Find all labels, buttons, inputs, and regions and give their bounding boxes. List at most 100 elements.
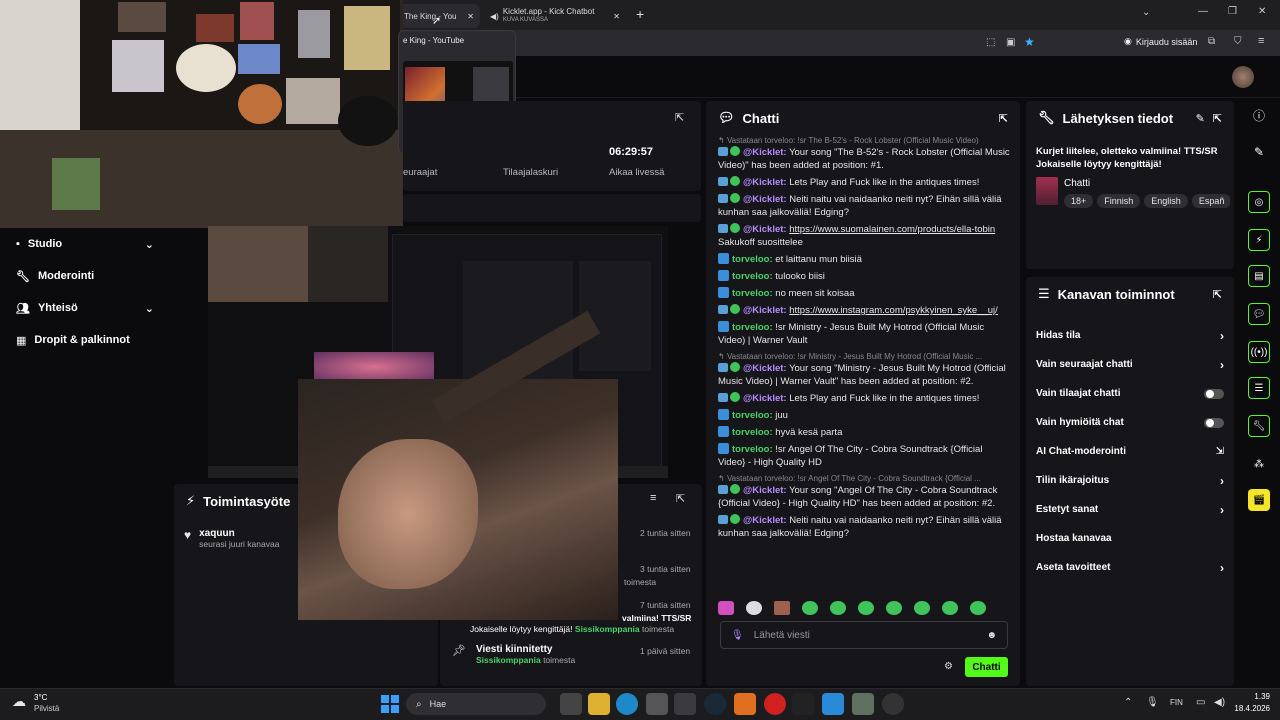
tag-chip[interactable]: Finnish <box>1097 194 1141 208</box>
chevron-right-icon[interactable]: › <box>1220 474 1224 488</box>
popout-icon[interactable]: ⇱ <box>676 492 685 505</box>
bookmark-star-icon[interactable]: ★ <box>1024 35 1035 49</box>
screenshot-icon[interactable]: ⬚ <box>986 37 995 48</box>
close-icon[interactable]: ✕ <box>613 12 620 21</box>
focus-icon[interactable]: ◎ <box>1248 191 1270 213</box>
send-chat-button[interactable]: Chatti <box>965 657 1008 677</box>
document-icon[interactable]: ▤ <box>1248 265 1270 287</box>
terminal-icon[interactable] <box>792 693 814 715</box>
wrench-icon[interactable]: 🔧︎ <box>1248 415 1270 437</box>
sidebar-item-yhteiso[interactable]: 👥︎ Yhteisö ⌄ <box>0 292 170 324</box>
channel-action-item[interactable]: Estetyt sanat › <box>1026 495 1234 524</box>
chat-username[interactable]: @Kicklet: <box>743 393 787 404</box>
taskbar-search[interactable]: ⌕ Hae <box>406 693 546 715</box>
emote-icon[interactable] <box>886 601 902 615</box>
maximize-icon[interactable]: ❐ <box>1228 6 1237 17</box>
vlc-icon[interactable] <box>734 693 756 715</box>
emote-icon[interactable] <box>830 601 846 615</box>
extensions-icon[interactable]: ⧉ <box>1208 36 1215 47</box>
chat-input[interactable]: 🎙︎ Lähetä viesti ☻ <box>720 621 1008 649</box>
chevron-right-icon[interactable]: › <box>1220 503 1224 517</box>
chat-username[interactable]: @Kicklet: <box>743 147 787 158</box>
tab-list-icon[interactable]: ⌄ <box>1142 7 1150 18</box>
chat-username[interactable]: torveloo: <box>732 427 773 438</box>
popout-icon[interactable]: ⇱ <box>1213 112 1222 125</box>
gear-icon[interactable]: ⚙︎ <box>944 661 953 672</box>
chat-username[interactable]: torveloo: <box>732 322 773 333</box>
chat-username[interactable]: @Kicklet: <box>743 177 787 188</box>
toggle-switch[interactable] <box>1204 388 1224 399</box>
chat-username[interactable]: @Kicklet: <box>743 194 787 205</box>
chat-username[interactable]: torveloo: <box>732 444 773 455</box>
emote-icon[interactable] <box>914 601 930 615</box>
language-indicator[interactable]: FIN <box>1170 698 1183 707</box>
emote-icon[interactable] <box>858 601 874 615</box>
chat-bubble-icon[interactable]: 💬︎ <box>1248 303 1270 325</box>
clock-time[interactable]: 1.39 <box>1226 692 1270 701</box>
weather-icon[interactable]: ☁︎ <box>12 693 26 710</box>
firefox-icon[interactable] <box>674 693 696 715</box>
chevron-right-icon[interactable]: › <box>1220 329 1224 343</box>
clapperboard-icon[interactable]: 🎬︎ <box>1248 489 1270 511</box>
popout-icon[interactable]: ⇱ <box>999 112 1008 125</box>
snipping-tool-icon[interactable] <box>822 693 844 715</box>
emote-icon[interactable] <box>746 601 762 615</box>
channel-action-item[interactable]: Vain seuraajat chatti › <box>1026 350 1234 379</box>
chat-username[interactable]: @Kicklet: <box>743 363 787 374</box>
channel-action-item[interactable]: AI Chat-moderointi ⇲ <box>1026 437 1234 466</box>
edit-icon[interactable]: ✎ <box>1196 112 1205 125</box>
tag-chip[interactable]: Españ <box>1191 194 1230 208</box>
broadcast-icon[interactable]: ((•)) <box>1248 341 1270 363</box>
popout-icon[interactable]: ⇱ <box>675 111 684 124</box>
steam-icon[interactable] <box>704 693 726 715</box>
task-view-icon[interactable] <box>560 693 582 715</box>
tag-chip[interactable]: 18+ <box>1064 194 1094 208</box>
channel-action-item[interactable]: Hostaa kanavaa <box>1026 524 1234 553</box>
chat-username[interactable]: torveloo: <box>732 271 773 282</box>
file-explorer-icon[interactable] <box>588 693 610 715</box>
pencil-icon[interactable]: ✎ <box>1250 145 1268 163</box>
start-button[interactable] <box>381 695 399 713</box>
tab-kicklet[interactable]: ◀) Kicklet.app - Kick Chatbot KUVA KUVAS… <box>484 4 626 28</box>
lightning-icon[interactable]: ⚡︎ <box>1248 229 1270 251</box>
emote-icon[interactable] <box>774 601 790 615</box>
mic-icon[interactable]: 🎙︎ <box>731 630 744 641</box>
store-icon[interactable] <box>646 693 668 715</box>
emote-icon[interactable] <box>802 601 818 615</box>
pip-icon[interactable]: ▣ <box>1006 37 1015 48</box>
external-link-icon[interactable]: ⇲ <box>1216 446 1224 457</box>
list-icon[interactable]: ☰ <box>1248 377 1270 399</box>
close-window-icon[interactable]: ✕ <box>1258 6 1266 17</box>
login-button[interactable]: ◉ Kirjaudu sisään <box>1124 36 1197 47</box>
new-tab-button[interactable]: + <box>636 6 644 22</box>
close-icon[interactable]: ✕ <box>467 12 474 21</box>
chevron-right-icon[interactable]: › <box>1220 358 1224 372</box>
emote-icon[interactable] <box>970 601 986 615</box>
info-icon[interactable]: ⓘ <box>1250 107 1268 125</box>
chat-username[interactable]: torveloo: <box>732 410 773 421</box>
tag-chip[interactable]: English <box>1144 194 1188 208</box>
popout-icon[interactable]: ⇱ <box>1213 288 1222 301</box>
share-icon[interactable]: ⁂ <box>1248 453 1270 475</box>
chat-link[interactable]: https://www.suomalainen.com/products/ell… <box>789 224 995 235</box>
filter-icon[interactable]: ≡ <box>650 492 656 504</box>
emote-icon[interactable] <box>718 601 734 615</box>
emoji-icon[interactable]: ☻ <box>986 630 997 641</box>
avatar[interactable] <box>1232 66 1254 88</box>
photos-icon[interactable] <box>852 693 874 715</box>
volume-icon[interactable]: ◀) <box>1214 697 1225 708</box>
chat-username[interactable]: @Kicklet: <box>743 485 787 496</box>
clock-date[interactable]: 18.4.2026 <box>1226 704 1270 713</box>
shield-icon[interactable]: ⛉ <box>1234 36 1242 47</box>
chat-username[interactable]: @Kicklet: <box>743 224 787 235</box>
toggle-switch[interactable] <box>1204 417 1224 428</box>
chat-username[interactable]: torveloo: <box>732 254 773 265</box>
chevron-right-icon[interactable]: › <box>1220 561 1224 575</box>
edge-icon[interactable] <box>616 693 638 715</box>
obs-icon[interactable] <box>882 693 904 715</box>
channel-action-item[interactable]: Hidas tila › <box>1026 321 1234 350</box>
opera-icon[interactable] <box>764 693 786 715</box>
speaker-icon[interactable]: ◀) <box>490 12 499 21</box>
chat-username[interactable]: @Kicklet: <box>743 305 787 316</box>
channel-action-item[interactable]: Vain hymiöitä chat <box>1026 408 1234 437</box>
